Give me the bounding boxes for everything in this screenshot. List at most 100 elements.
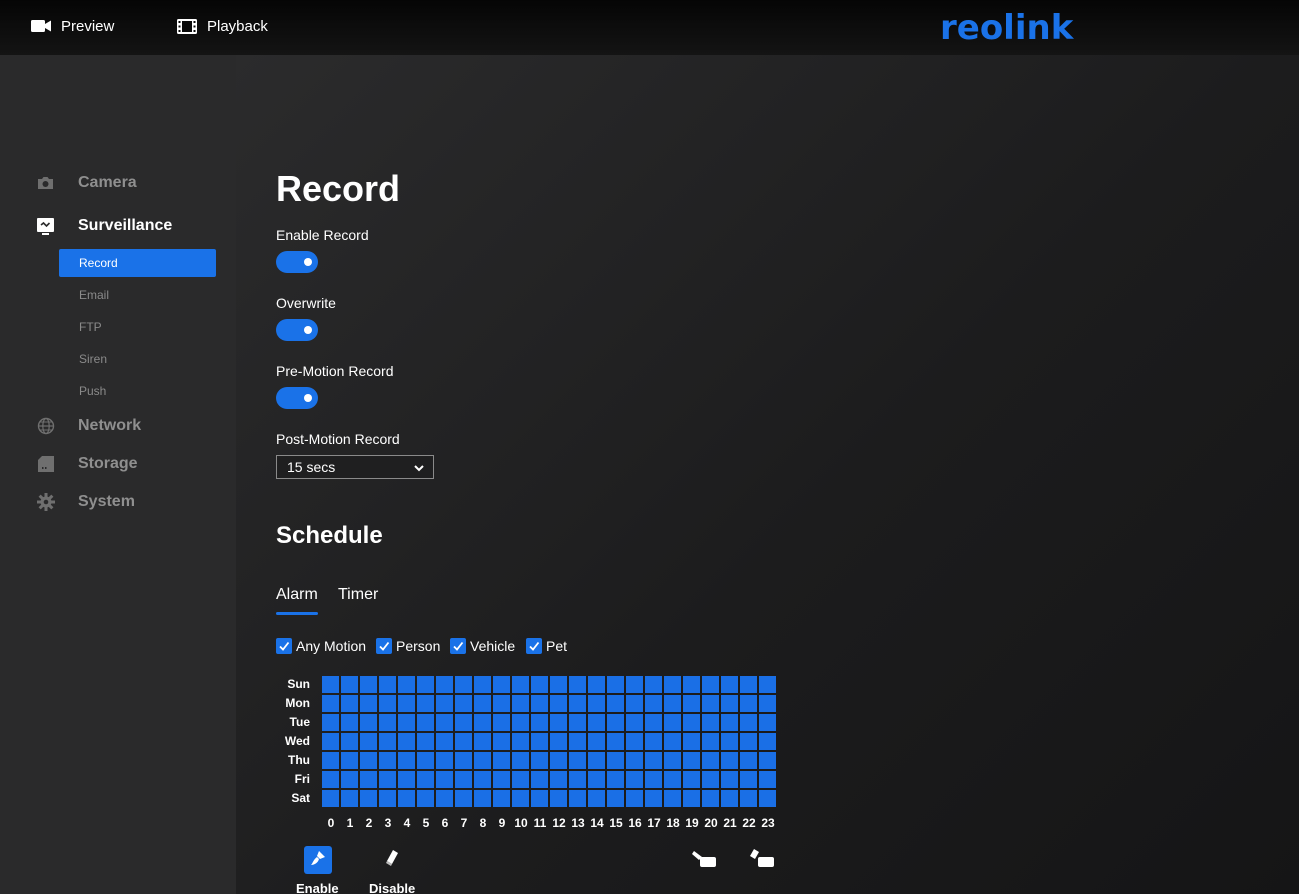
filter-checkbox-any-motion[interactable]: Any Motion <box>276 637 366 655</box>
schedule-cell[interactable] <box>512 714 529 731</box>
schedule-cell[interactable] <box>455 771 472 788</box>
schedule-cell[interactable] <box>664 676 681 693</box>
schedule-cell[interactable] <box>626 752 643 769</box>
schedule-cell[interactable] <box>417 676 434 693</box>
schedule-cell[interactable] <box>550 714 567 731</box>
tab-timer[interactable]: Timer <box>338 586 378 604</box>
schedule-cell[interactable] <box>360 733 377 750</box>
schedule-cell[interactable] <box>474 714 491 731</box>
schedule-cell[interactable] <box>493 790 510 807</box>
schedule-cell[interactable] <box>702 752 719 769</box>
schedule-cell[interactable] <box>550 790 567 807</box>
schedule-cell[interactable] <box>683 733 700 750</box>
schedule-cell[interactable] <box>645 790 662 807</box>
schedule-cell[interactable] <box>740 695 757 712</box>
schedule-cell[interactable] <box>474 733 491 750</box>
schedule-cell[interactable] <box>683 752 700 769</box>
schedule-cell[interactable] <box>721 790 738 807</box>
schedule-cell[interactable] <box>474 771 491 788</box>
schedule-cell[interactable] <box>322 695 339 712</box>
schedule-cell[interactable] <box>569 733 586 750</box>
sidebar-subitem-record[interactable]: Record <box>59 249 216 277</box>
schedule-cell[interactable] <box>379 790 396 807</box>
sidebar-item-network[interactable]: Network <box>36 414 141 438</box>
schedule-cell[interactable] <box>360 771 377 788</box>
schedule-cell[interactable] <box>436 771 453 788</box>
schedule-cell[interactable] <box>341 790 358 807</box>
schedule-cell[interactable] <box>341 695 358 712</box>
schedule-cell[interactable] <box>740 752 757 769</box>
schedule-cell[interactable] <box>683 714 700 731</box>
schedule-cell[interactable] <box>455 790 472 807</box>
schedule-cell[interactable] <box>683 790 700 807</box>
schedule-cell[interactable] <box>417 771 434 788</box>
schedule-cell[interactable] <box>322 676 339 693</box>
schedule-cell[interactable] <box>341 752 358 769</box>
schedule-cell[interactable] <box>550 771 567 788</box>
schedule-cell[interactable] <box>436 790 453 807</box>
schedule-cell[interactable] <box>588 790 605 807</box>
schedule-cell[interactable] <box>740 714 757 731</box>
schedule-cell[interactable] <box>626 790 643 807</box>
schedule-cell[interactable] <box>417 752 434 769</box>
schedule-cell[interactable] <box>341 714 358 731</box>
schedule-cell[interactable] <box>398 714 415 731</box>
schedule-cell[interactable] <box>588 676 605 693</box>
schedule-cell[interactable] <box>607 790 624 807</box>
schedule-cell[interactable] <box>702 695 719 712</box>
schedule-cell[interactable] <box>512 771 529 788</box>
schedule-cell[interactable] <box>341 676 358 693</box>
schedule-cell[interactable] <box>379 733 396 750</box>
schedule-cell[interactable] <box>607 752 624 769</box>
schedule-cell[interactable] <box>417 695 434 712</box>
sidebar-subitem-siren[interactable]: Siren <box>59 345 216 373</box>
schedule-cell[interactable] <box>474 695 491 712</box>
disable-tool-button[interactable] <box>378 846 406 874</box>
schedule-cell[interactable] <box>550 695 567 712</box>
schedule-cell[interactable] <box>436 733 453 750</box>
schedule-cell[interactable] <box>759 714 776 731</box>
schedule-cell[interactable] <box>531 733 548 750</box>
schedule-cell[interactable] <box>398 790 415 807</box>
schedule-cell[interactable] <box>702 733 719 750</box>
sidebar-item-surveillance[interactable]: Surveillance <box>36 214 172 238</box>
schedule-cell[interactable] <box>360 676 377 693</box>
schedule-cell[interactable] <box>740 676 757 693</box>
schedule-cell[interactable] <box>322 771 339 788</box>
schedule-cell[interactable] <box>645 752 662 769</box>
schedule-cell[interactable] <box>702 714 719 731</box>
schedule-cell[interactable] <box>607 676 624 693</box>
schedule-cell[interactable] <box>474 752 491 769</box>
schedule-cell[interactable] <box>664 790 681 807</box>
schedule-cell[interactable] <box>512 752 529 769</box>
schedule-cell[interactable] <box>569 752 586 769</box>
clear-all-button[interactable] <box>748 846 776 874</box>
schedule-cell[interactable] <box>683 676 700 693</box>
schedule-cell[interactable] <box>436 695 453 712</box>
schedule-cell[interactable] <box>569 714 586 731</box>
schedule-cell[interactable] <box>341 733 358 750</box>
schedule-cell[interactable] <box>512 695 529 712</box>
schedule-cell[interactable] <box>322 714 339 731</box>
schedule-cell[interactable] <box>341 771 358 788</box>
schedule-cell[interactable] <box>626 714 643 731</box>
schedule-cell[interactable] <box>588 771 605 788</box>
schedule-cell[interactable] <box>759 752 776 769</box>
filter-checkbox-vehicle[interactable]: Vehicle <box>450 637 515 655</box>
schedule-cell[interactable] <box>607 771 624 788</box>
schedule-cell[interactable] <box>569 676 586 693</box>
schedule-cell[interactable] <box>493 733 510 750</box>
schedule-cell[interactable] <box>531 714 548 731</box>
schedule-cell[interactable] <box>759 695 776 712</box>
schedule-cell[interactable] <box>455 733 472 750</box>
schedule-cell[interactable] <box>645 733 662 750</box>
schedule-cell[interactable] <box>455 676 472 693</box>
schedule-cell[interactable] <box>702 676 719 693</box>
schedule-cell[interactable] <box>474 790 491 807</box>
schedule-cell[interactable] <box>702 771 719 788</box>
schedule-cell[interactable] <box>645 676 662 693</box>
schedule-cell[interactable] <box>569 695 586 712</box>
schedule-cell[interactable] <box>379 714 396 731</box>
sidebar-subitem-push[interactable]: Push <box>59 377 216 405</box>
schedule-cell[interactable] <box>455 695 472 712</box>
